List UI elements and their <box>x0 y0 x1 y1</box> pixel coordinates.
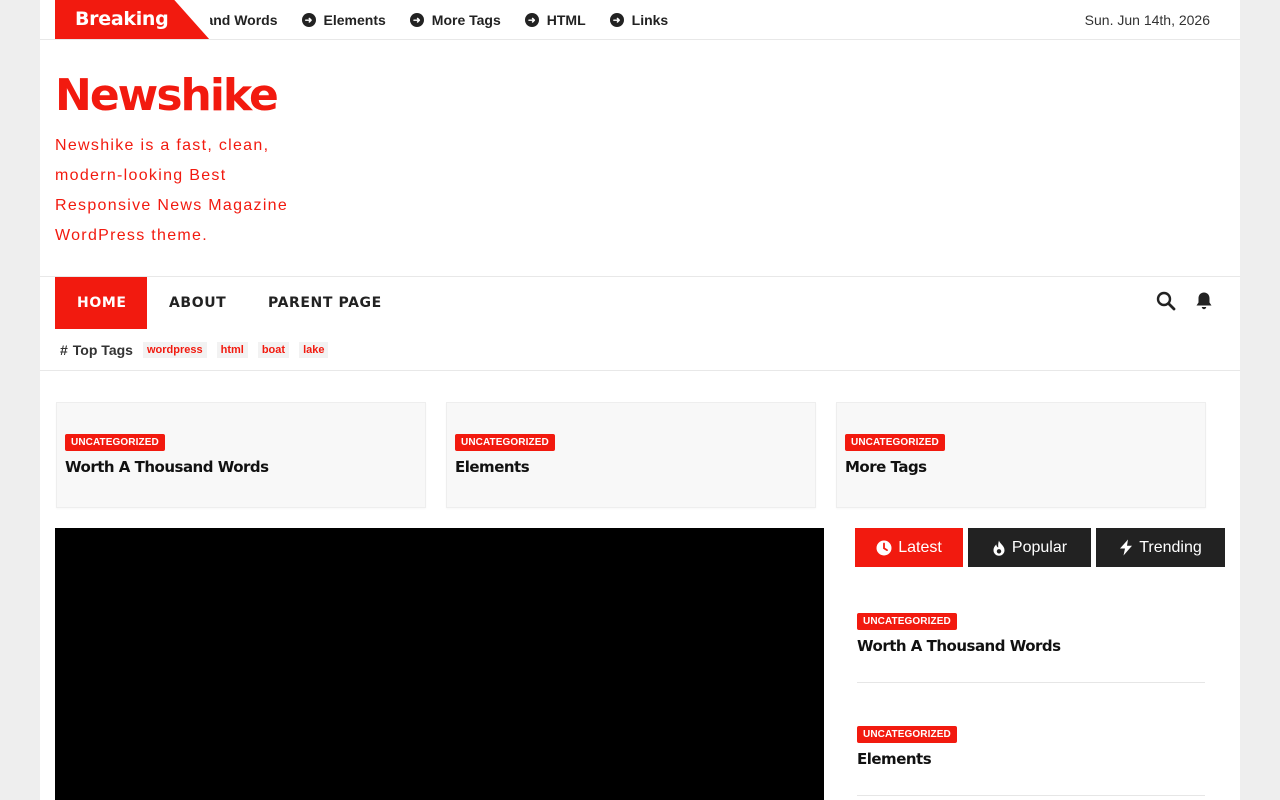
arrow-circle-right-icon: ➜ <box>409 13 424 27</box>
tab-label: Latest <box>898 538 942 556</box>
tab-latest[interactable]: Latest <box>855 528 963 567</box>
hashtag-icon: # <box>60 342 68 358</box>
divider <box>40 370 1240 371</box>
breaking-news-bar: Breaking ➜housand Words ➜Elements ➜More … <box>40 0 1240 40</box>
ticker-item-label: More Tags <box>431 12 501 28</box>
ticker-item-label: housand Words <box>210 12 278 28</box>
featured-post-card[interactable]: UNCATEGORIZED Worth A Thousand Words <box>56 402 426 508</box>
site-branding: Newshike <box>55 70 279 122</box>
page-wrapper: Breaking ➜housand Words ➜Elements ➜More … <box>40 0 1240 800</box>
post-title[interactable]: Elements <box>455 458 530 476</box>
top-tags-heading: # Top Tags <box>60 342 133 358</box>
tab-trending[interactable]: Trending <box>1096 528 1225 567</box>
divider <box>857 682 1205 683</box>
top-tags-label: Top Tags <box>72 342 133 358</box>
tab-label: Trending <box>1139 538 1202 556</box>
category-badge[interactable]: UNCATEGORIZED <box>857 613 957 630</box>
post-title[interactable]: Worth A Thousand Words <box>65 458 269 476</box>
arrow-circle-right-icon: ➜ <box>609 13 624 27</box>
ticker-item-label: HTML <box>546 12 586 28</box>
site-title[interactable]: Newshike <box>55 70 279 122</box>
ticker-item[interactable]: ➜ HTML <box>524 12 586 28</box>
bolt-icon <box>1120 539 1133 556</box>
tag-link[interactable]: wordpress <box>142 342 207 358</box>
video-player[interactable] <box>55 528 824 800</box>
tag-link[interactable]: boat <box>257 342 290 358</box>
fire-icon <box>993 540 1005 556</box>
arrow-circle-right-icon: ➜ <box>301 13 316 27</box>
post-title[interactable]: Worth A Thousand Words <box>857 637 1061 655</box>
divider <box>857 795 1205 796</box>
tab-popular[interactable]: Popular <box>968 528 1091 567</box>
site-description: Newshike is a fast, clean, modern-lookin… <box>55 137 289 244</box>
main-navigation: HOME ABOUT PARENT PAGE <box>40 276 1240 329</box>
ticker-item-label: Links <box>631 12 669 28</box>
featured-post-card[interactable]: UNCATEGORIZED More Tags <box>836 402 1206 508</box>
search-icon[interactable] <box>1156 291 1178 313</box>
tag-link[interactable]: html <box>216 342 248 358</box>
bell-icon[interactable] <box>1195 291 1217 313</box>
tag-link[interactable]: lake <box>299 342 329 358</box>
tab-label: Popular <box>1011 538 1068 556</box>
category-badge[interactable]: UNCATEGORIZED <box>857 726 957 743</box>
featured-post-card[interactable]: UNCATEGORIZED Elements <box>446 402 816 508</box>
current-date: Sun. Jun 14th, 2026 <box>1084 12 1210 28</box>
ticker-item[interactable]: ➜housand Words <box>210 12 278 28</box>
category-badge[interactable]: UNCATEGORIZED <box>455 434 555 451</box>
ticker-item[interactable]: ➜ Elements <box>301 12 386 28</box>
nav-item-home[interactable]: HOME <box>55 277 147 329</box>
arrow-circle-right-icon: ➜ <box>524 13 539 27</box>
category-badge[interactable]: UNCATEGORIZED <box>845 434 945 451</box>
post-title[interactable]: More Tags <box>845 458 927 476</box>
ticker-item[interactable]: ➜ Links <box>609 12 669 28</box>
post-title[interactable]: Elements <box>857 750 932 768</box>
news-ticker: ➜housand Words ➜Elements ➜More Tags ➜HTM… <box>210 0 910 39</box>
breaking-label: Breaking <box>55 0 210 39</box>
clock-icon <box>876 540 892 555</box>
top-tags-bar: # Top Tags wordpress html boat lake <box>60 340 338 360</box>
ticker-item-label: Elements <box>323 12 386 28</box>
ticker-item[interactable]: ➜ More Tags <box>409 12 501 28</box>
nav-item-parent-page[interactable]: PARENT PAGE <box>268 277 382 329</box>
nav-item-about[interactable]: ABOUT <box>169 277 226 329</box>
category-badge[interactable]: UNCATEGORIZED <box>65 434 165 451</box>
